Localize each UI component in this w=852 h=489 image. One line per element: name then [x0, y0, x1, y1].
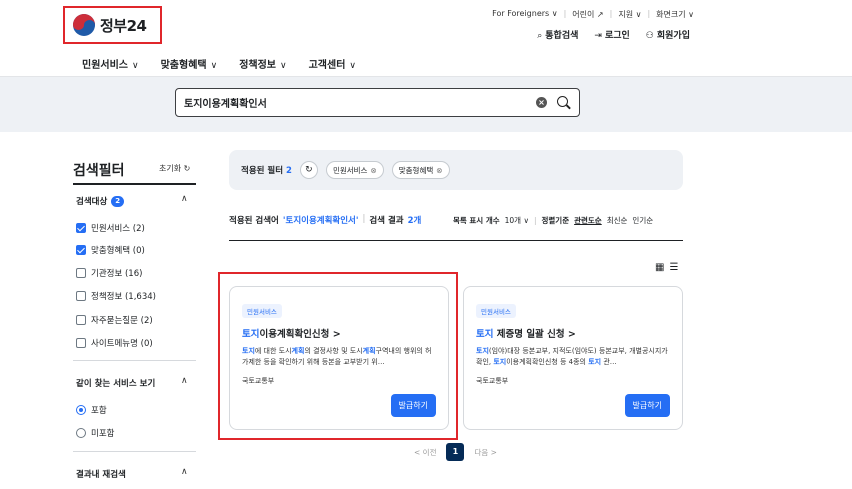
chevron-down-icon: ∨	[523, 216, 529, 225]
pagination: < 이전 1 다음 >	[414, 443, 497, 461]
sidebar-divider	[73, 360, 196, 361]
agency-name: 국토교통부	[476, 377, 509, 385]
sort-popular[interactable]: 인기순	[632, 215, 653, 226]
search-target-title: 검색대상 2	[76, 195, 125, 207]
option-include[interactable]: 포함	[76, 404, 107, 416]
agency-name: 국토교통부	[242, 377, 275, 385]
issue-button[interactable]: 발급하기	[624, 394, 670, 417]
checkbox[interactable]	[76, 315, 86, 325]
header-actions: ⌕ 통합검색 ⇥ 로그인 ⚇ 회원가입	[537, 28, 690, 41]
sidebar-divider	[73, 183, 196, 185]
next-page[interactable]: 다음 >	[474, 447, 496, 458]
view-toggle: ▦ ☰	[655, 262, 678, 273]
result-card[interactable]: 민원서비스 토지 제증명 일괄 신청 > 토지(임야)대장 등본교부, 지적도(…	[463, 286, 683, 430]
refresh-icon[interactable]: ↻	[299, 161, 318, 179]
result-options: 목록 표시 개수 10개 ∨ | 정렬기준 관련도순 최신순 인기순	[453, 215, 654, 226]
search-query: '토지이용계획확인서'	[282, 216, 359, 226]
checkbox[interactable]	[76, 338, 86, 348]
filter-site-menu[interactable]: 사이트메뉴명 (0)	[76, 337, 153, 349]
radio[interactable]	[76, 405, 86, 415]
filter-policy-info[interactable]: 정책정보 (1,634)	[76, 290, 156, 302]
list-view-icon[interactable]: ☰	[669, 262, 678, 273]
refine-search-title: 결과내 재검색	[76, 470, 126, 480]
chevron-up-icon[interactable]: ∧	[181, 194, 188, 204]
for-foreigners-link[interactable]: For Foreigners ∨	[492, 9, 557, 20]
result-title-link[interactable]: 토지 제증명 일괄 신청 >	[476, 326, 670, 340]
signup-button[interactable]: ⚇ 회원가입	[646, 28, 690, 41]
result-description: 토지(임야)대장 등본교부, 지적도(임야도) 등본교부, 개별공시지가 확인,…	[476, 347, 668, 366]
filter-reset-button[interactable]: 초기화 ↻	[159, 163, 190, 174]
applied-filters-label: 적용된 필터 2	[241, 166, 292, 176]
issue-button[interactable]: 발급하기	[390, 394, 436, 417]
prev-page[interactable]: < 이전	[414, 447, 436, 458]
filter-agency-info[interactable]: 기관정보 (16)	[76, 267, 142, 279]
radio[interactable]	[76, 428, 86, 438]
sidebar-divider	[73, 451, 196, 452]
filter-chip-civil-service[interactable]: 민원서비스 ⊗	[325, 161, 384, 179]
screen-size-link[interactable]: 화면크기 ∨	[656, 9, 694, 20]
nav-civil-service[interactable]: 민원서비스 ∨	[82, 56, 139, 71]
checkbox[interactable]	[76, 245, 86, 255]
nav-policy-info[interactable]: 정책정보 ∨	[239, 56, 286, 71]
support-link[interactable]: 지원 ∨	[618, 9, 641, 20]
filter-title: 검색필터	[73, 163, 125, 179]
remove-icon[interactable]: ⊗	[370, 166, 376, 175]
page-size-select[interactable]: 10개 ∨	[505, 215, 529, 226]
filter-faq[interactable]: 자주묻는질문 (2)	[76, 314, 153, 326]
chevron-down-icon: ∨	[210, 61, 218, 71]
integrated-search-button[interactable]: ⌕ 통합검색	[537, 28, 578, 41]
sort-latest[interactable]: 최신순	[607, 215, 628, 226]
login-icon: ⇥	[594, 31, 602, 41]
results-divider	[229, 240, 683, 241]
related-service-title: 같이 찾는 서비스 보기	[76, 379, 156, 389]
search-input-value[interactable]: 토지이용계획확인서	[184, 95, 536, 110]
category-tag: 민원서비스	[242, 304, 282, 318]
filter-civil-service[interactable]: 민원서비스 (2)	[76, 222, 145, 234]
result-count: 2개	[407, 216, 422, 226]
results-summary: 적용된 검색어 '토지이용계획확인서' | 검색 결과 2개	[229, 214, 422, 226]
search-input[interactable]: 토지이용계획확인서 ×	[175, 88, 580, 117]
site-logo[interactable]: 정부24	[63, 6, 162, 44]
logo-text: 정부24	[100, 16, 147, 35]
nav-customer-center[interactable]: 고객센터 ∨	[309, 56, 356, 71]
result-card[interactable]: 민원서비스 토지이용계획확인신청 > 토지에 대한 도시계획의 결정사항 및 도…	[229, 286, 449, 430]
filter-custom-benefit[interactable]: 맞춤형혜택 (0)	[76, 244, 145, 256]
chevron-down-icon: ∨	[132, 61, 139, 71]
category-tag: 민원서비스	[476, 304, 516, 318]
checkbox[interactable]	[76, 268, 86, 278]
remove-icon[interactable]: ⊗	[436, 166, 442, 175]
utility-links: For Foreigners ∨ | 어린이 ↗ | 지원 ∨ | 화면크기 ∨	[492, 9, 694, 20]
clear-icon[interactable]: ×	[536, 97, 547, 108]
nav-custom-benefit[interactable]: 맞춤형혜택 ∨	[161, 56, 218, 71]
result-description: 토지에 대한 도시계획의 결정사항 및 도시계획구역내의 행위의 허가제한 등을…	[242, 347, 432, 366]
chevron-up-icon[interactable]: ∧	[181, 376, 188, 386]
main-nav: 민원서비스 ∨ 맞춤형혜택 ∨ 정책정보 ∨ 고객센터 ∨	[82, 56, 356, 71]
search-icon: ⌕	[537, 31, 543, 41]
count-badge: 2	[111, 195, 125, 207]
checkbox[interactable]	[76, 223, 86, 233]
grid-view-icon[interactable]: ▦	[655, 262, 664, 273]
result-title-link[interactable]: 토지이용계획확인신청 >	[242, 326, 436, 340]
search-icon[interactable]	[557, 95, 571, 110]
current-page[interactable]: 1	[446, 443, 465, 461]
chevron-up-icon[interactable]: ∧	[181, 467, 188, 477]
chevron-down-icon: ∨	[349, 61, 356, 71]
checkbox[interactable]	[76, 291, 86, 301]
applied-filters-bar: 적용된 필터 2 ↻ 민원서비스 ⊗ 맞춤형혜택 ⊗	[229, 150, 683, 190]
taegeuk-logo-icon	[73, 14, 95, 36]
filter-chip-custom-benefit[interactable]: 맞춤형혜택 ⊗	[391, 161, 450, 179]
option-exclude[interactable]: 미포함	[76, 427, 114, 439]
sort-relevance[interactable]: 관련도순	[574, 215, 602, 226]
login-button[interactable]: ⇥ 로그인	[594, 28, 629, 41]
kids-link[interactable]: 어린이 ↗	[572, 9, 603, 20]
user-add-icon: ⚇	[645, 31, 654, 41]
refresh-icon: ↻	[183, 164, 191, 173]
chevron-down-icon: ∨	[280, 61, 287, 71]
